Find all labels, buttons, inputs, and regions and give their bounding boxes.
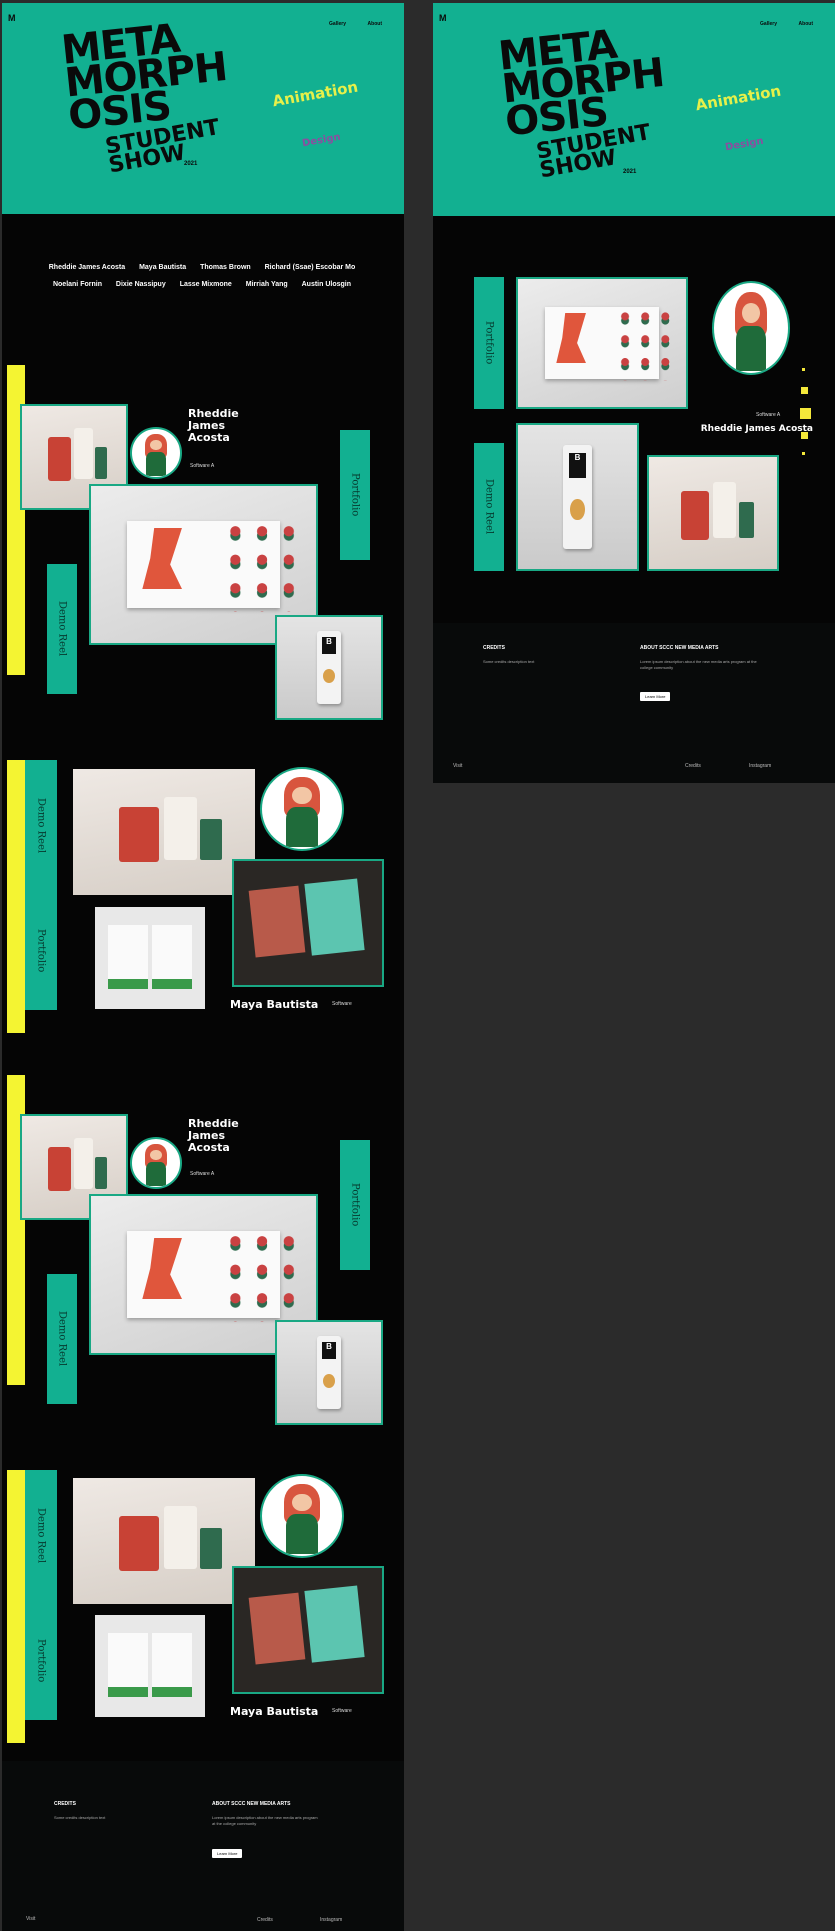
student-name-link[interactable]: Lasse Mixmone <box>180 276 232 293</box>
tag-design[interactable]: Design <box>301 132 341 150</box>
work-thumbnail[interactable] <box>516 277 688 409</box>
tag-animation[interactable]: Animation <box>694 82 782 115</box>
student-name-link[interactable]: Maya Bautista <box>139 259 186 276</box>
student-name: Maya Bautista <box>230 998 319 1011</box>
site-footer: CREDITS Some credits description text AB… <box>433 623 835 783</box>
student-avatar[interactable] <box>260 767 344 851</box>
show-year: 2021 <box>623 169 637 175</box>
about-heading: ABOUT SCCC NEW MEDIA ARTS <box>212 1801 291 1807</box>
nav-about-link[interactable]: About <box>368 21 382 27</box>
work-thumbnail[interactable] <box>275 1320 383 1425</box>
student-name-link[interactable]: Mirriah Yang <box>246 276 288 293</box>
work-thumbnail[interactable] <box>232 1566 384 1694</box>
work-thumbnail[interactable] <box>73 769 255 895</box>
footer-visit-link[interactable]: Visit <box>26 1916 35 1922</box>
student-names-list: Rheddie James Acosta Maya Bautista Thoma… <box>22 259 382 293</box>
work-thumbnail[interactable] <box>73 1478 255 1604</box>
page-frame-scroll: M Gallery About META MORPH OSIS STUDENT … <box>2 3 404 1931</box>
hero-banner: M Gallery About META MORPH OSIS STUDENT … <box>2 3 404 214</box>
about-text: Lorem ipsum description about the new me… <box>212 1815 318 1826</box>
work-thumbnail[interactable] <box>95 907 205 1009</box>
nav-gallery-link[interactable]: Gallery <box>760 21 777 27</box>
demo-reel-button[interactable]: Demo Reel <box>47 564 77 694</box>
portfolio-button[interactable]: Portfolio <box>340 430 370 560</box>
student-avatar[interactable] <box>712 281 790 375</box>
footer-instagram-link[interactable]: Instagram <box>320 1917 342 1923</box>
demo-reel-label: Demo Reel <box>56 1311 68 1367</box>
pagination-dot[interactable] <box>802 452 805 455</box>
portfolio-button[interactable]: Portfolio <box>474 277 504 409</box>
portfolio-label: Portfolio <box>349 1183 361 1227</box>
credits-heading: CREDITS <box>483 645 505 651</box>
portfolio-link[interactable]: Portfolio <box>36 1639 47 1682</box>
portfolio-button[interactable]: Portfolio <box>340 1140 370 1270</box>
demo-reel-label: Demo Reel <box>483 479 495 535</box>
nav-gallery-link[interactable]: Gallery <box>329 21 346 27</box>
demo-reel-link[interactable]: Demo Reel <box>36 798 47 853</box>
tag-animation[interactable]: Animation <box>271 78 359 111</box>
pagination-dot[interactable] <box>801 387 808 394</box>
portfolio-link[interactable]: Portfolio <box>36 929 47 972</box>
footer-credits-link[interactable]: Credits <box>685 763 701 769</box>
student-name: Rheddie James Acosta <box>700 424 813 434</box>
student-role: Software A <box>756 412 781 418</box>
student-name-link[interactable]: Thomas Brown <box>200 259 251 276</box>
student-name: Rheddie James Acosta <box>188 1117 239 1154</box>
student-name: Maya Bautista <box>230 1705 319 1718</box>
student-name-link[interactable]: Noelani Fornin <box>53 276 102 293</box>
demo-reel-button[interactable]: Demo Reel <box>474 443 504 571</box>
pagination-dot[interactable] <box>802 368 805 371</box>
credits-text: Some credits description text <box>54 1815 106 1820</box>
pagination-dot[interactable] <box>801 432 808 439</box>
student-avatar[interactable] <box>130 427 182 479</box>
links-panel: Demo Reel Portfolio <box>25 760 57 1010</box>
demo-reel-label: Demo Reel <box>56 601 68 657</box>
tag-design[interactable]: Design <box>724 136 764 154</box>
student-avatar[interactable] <box>130 1137 182 1189</box>
student-role: Software <box>332 1708 352 1714</box>
student-name-link[interactable]: Dixie Nassipuy <box>116 276 166 293</box>
student-avatar[interactable] <box>260 1474 344 1558</box>
nav-about-link[interactable]: About <box>799 21 813 27</box>
student-name-link[interactable]: Austin Ulosgin <box>302 276 351 293</box>
credits-text: Some credits description text <box>483 659 535 664</box>
demo-reel-button[interactable]: Demo Reel <box>47 1274 77 1404</box>
work-thumbnail[interactable] <box>516 423 639 571</box>
work-thumbnail[interactable] <box>647 455 779 571</box>
student-name-link[interactable]: Rheddie James Acosta <box>49 259 125 276</box>
work-thumbnail[interactable] <box>275 615 383 720</box>
footer-visit-link[interactable]: Visit <box>453 763 462 769</box>
footer-instagram-link[interactable]: Instagram <box>749 763 771 769</box>
student-name: Rheddie James Acosta <box>188 407 239 444</box>
site-logo[interactable]: M <box>8 13 16 23</box>
about-text: Lorem ipsum description about the new me… <box>640 659 757 670</box>
page-frame-slide: M Gallery About META MORPH OSIS STUDENT … <box>433 3 835 783</box>
work-thumbnail[interactable] <box>95 1615 205 1717</box>
student-role: Software A <box>190 1171 215 1177</box>
student-role: Software <box>332 1001 352 1007</box>
accent-bar <box>7 1470 25 1743</box>
accent-bar <box>7 760 25 1033</box>
pagination-dot-active[interactable] <box>800 408 811 419</box>
hero-banner: M Gallery About META MORPH OSIS STUDENT … <box>433 3 835 216</box>
student-role: Software A <box>190 463 215 469</box>
show-year: 2021 <box>184 161 198 167</box>
learn-more-button[interactable]: Learn More <box>640 692 671 701</box>
work-thumbnail[interactable] <box>232 859 384 987</box>
links-panel: Demo Reel Portfolio <box>25 1470 57 1720</box>
portfolio-label: Portfolio <box>349 473 361 517</box>
credits-heading: CREDITS <box>54 1801 76 1807</box>
learn-more-button[interactable]: Learn More <box>212 1849 243 1858</box>
portfolio-label: Portfolio <box>483 321 495 365</box>
footer-credits-link[interactable]: Credits <box>257 1917 273 1923</box>
student-name-link[interactable]: Richard (Ssae) Escobar Mo <box>265 259 356 276</box>
demo-reel-link[interactable]: Demo Reel <box>36 1508 47 1563</box>
site-logo[interactable]: M <box>439 13 447 23</box>
about-heading: ABOUT SCCC NEW MEDIA ARTS <box>640 645 719 651</box>
site-footer: CREDITS Some credits description text AB… <box>2 1761 404 1931</box>
